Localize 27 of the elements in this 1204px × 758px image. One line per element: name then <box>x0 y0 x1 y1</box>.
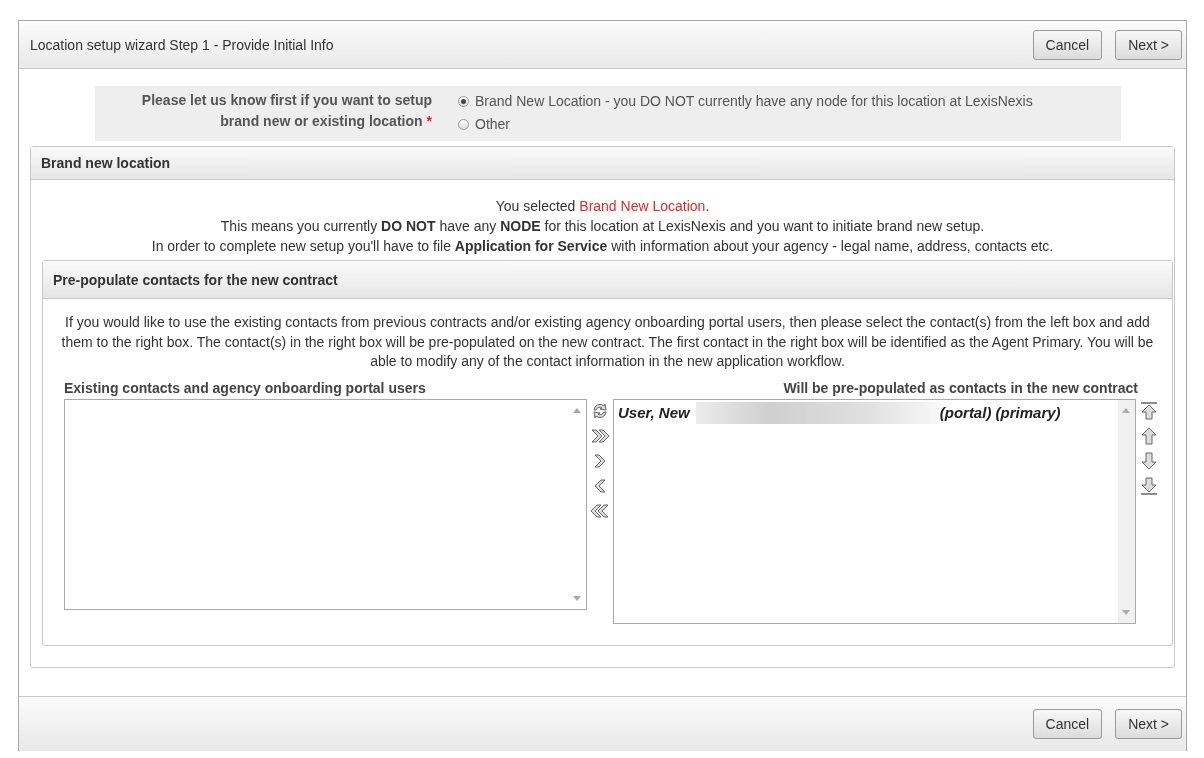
contact-name[interactable]: User, New <box>618 404 690 421</box>
radio-button[interactable] <box>458 96 469 107</box>
list-heading: Existing contacts and agency onboarding portal users <box>64 379 426 396</box>
radio-button[interactable] <box>458 119 469 130</box>
scrollbar[interactable] <box>1118 399 1135 623</box>
panel-title: Pre-populate contacts for the new contract <box>53 271 338 288</box>
next-button[interactable]: Next > <box>1115 709 1182 739</box>
contact-tags[interactable]: (portal) (primary) <box>939 404 1061 421</box>
next-button[interactable]: Next > <box>1115 29 1182 60</box>
radio-label[interactable]: Other <box>475 113 510 136</box>
down-arrow-icon[interactable] <box>1139 450 1159 471</box>
radio-label[interactable]: Brand New Location - you DO NOT currently have any node for this location at LexisNexis <box>475 90 1033 113</box>
selected-contacts-list[interactable]: User, New (portal) (primary) <box>613 398 1136 624</box>
list-heading: Will be pre-populated as contacts in the new contract <box>783 379 1138 396</box>
notice-text: In order to complete new setup you'll have to file Application for Service with information about your agency - legal name, address, contacts etc. <box>150 237 1055 256</box>
panel-title: Brand new location <box>41 155 171 171</box>
arrow-to-top-icon[interactable] <box>1139 400 1159 421</box>
description-text: If you would like to use the existing contacts from previous contracts and/or existing agency onboarding portal users, then please select the contact(s) from the left box and add them to the right box. The contact(s) in the right box will be pre-populated on the new contract. The first contact in the right box will be identified as the Agent Primary. You will be able to modify any of the contact information in the new application workflow. <box>60 313 1155 371</box>
notice-text: This means you currently DO NOT have any NODE for this location at LexisNexis and you want to initiate brand new setup. <box>219 217 986 236</box>
question-label: Please let us know first if you want to setup brand new or existing location * <box>140 91 432 131</box>
arrow-to-bottom-icon[interactable] <box>1139 475 1159 496</box>
cancel-button[interactable]: Cancel <box>1032 29 1103 60</box>
up-arrow-icon[interactable] <box>1139 425 1159 446</box>
notice-text: You selected Brand New Location. <box>494 197 711 216</box>
cancel-button[interactable]: Cancel <box>1032 709 1103 739</box>
window-title: Location setup wizard Step 1 - Provide Initial Info <box>30 36 335 53</box>
required-mark: * <box>426 113 432 129</box>
